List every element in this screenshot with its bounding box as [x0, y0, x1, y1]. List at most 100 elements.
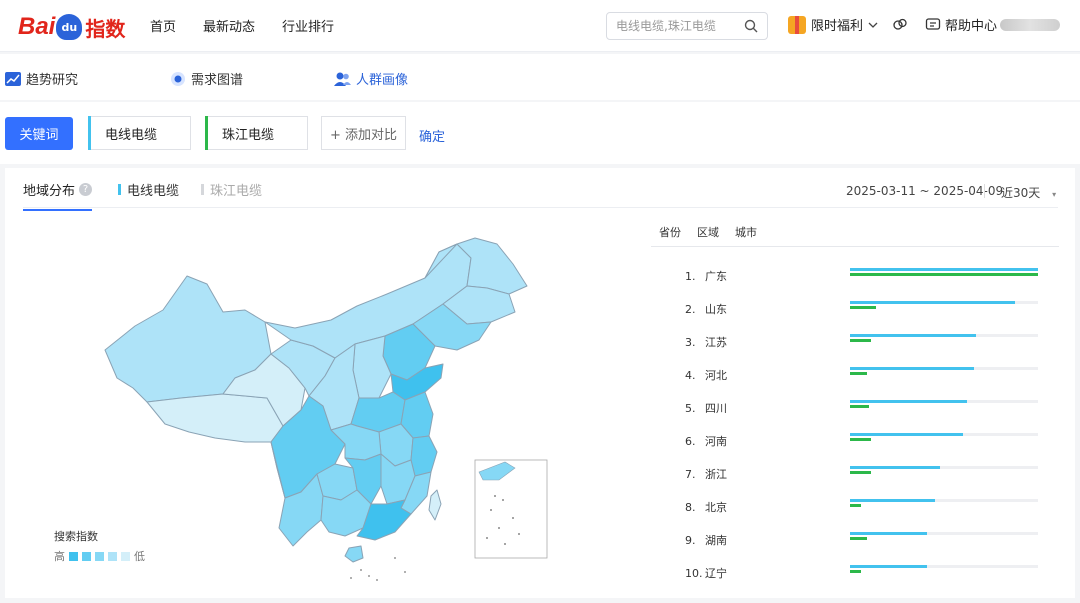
rank-bar-keyword-1: [850, 268, 1038, 271]
rank-number: 9.: [685, 534, 696, 547]
search-icon[interactable]: [744, 19, 758, 33]
rank-province-name: 广东: [705, 270, 727, 283]
add-compare-button[interactable]: + 添加对比: [321, 116, 406, 150]
rank-tab-city[interactable]: 城市: [735, 224, 757, 240]
tab-demand-graph[interactable]: 需求图谱: [170, 69, 243, 88]
coast-islands: [350, 557, 406, 581]
ranking-row-label: 5. 四川: [685, 400, 727, 416]
rank-bar-keyword-2: [850, 339, 871, 342]
rank-tabs: 省份 区域 城市: [659, 224, 757, 240]
ranking-row-label: 4. 河北: [685, 367, 727, 383]
map-region-tibet[interactable]: [146, 393, 284, 443]
main-nav: 首页 最新动态 行业排行: [150, 16, 334, 35]
rank-province-name: 浙江: [705, 468, 727, 481]
chevron-down-icon[interactable]: [868, 20, 878, 30]
rank-bar-keyword-2: [850, 273, 1038, 276]
legend-swatch-1: [118, 184, 122, 195]
trend-chart-icon: [5, 71, 21, 86]
date-range[interactable]: 2025-03-11 ~ 2025-04-09: [846, 184, 1003, 198]
keyword-button[interactable]: 关键词: [5, 117, 73, 150]
region-distribution-panel: 地域分布 ? 电线电缆 珠江电缆 2025-03-11 ~ 2025-04-09…: [5, 168, 1075, 598]
rank-bar-keyword-1: [850, 334, 976, 337]
ranking-row-label: 3. 江苏: [685, 334, 727, 350]
rank-bar-keyword-2: [850, 372, 867, 375]
rank-number: 7.: [685, 468, 696, 481]
rank-bar-keyword-2: [850, 471, 871, 474]
rank-number: 4.: [685, 369, 696, 382]
top-right-actions: 限时福利 帮助中心: [788, 15, 997, 34]
search-input[interactable]: [616, 13, 744, 39]
radar-icon: [171, 71, 185, 86]
ranking-row-label: 7. 浙江: [685, 466, 727, 482]
top-navigation-bar: Bai du 指数 首页 最新动态 行业排行 限时福利 帮助中心: [0, 0, 1080, 52]
ranking-row-label: 2. 山东: [685, 301, 727, 317]
rank-number: 3.: [685, 336, 696, 349]
keyword-compare-bar: 关键词 电线电缆 珠江电缆 + 添加对比 确定: [0, 102, 1080, 164]
rank-bar-keyword-2: [850, 306, 877, 309]
period-label: 近30天: [1001, 186, 1041, 200]
ranking-row-label: 9. 湖南: [685, 532, 727, 548]
tab-trend-research[interactable]: 趋势研究: [5, 69, 78, 88]
rank-province-name: 江苏: [705, 336, 727, 349]
help-center-link[interactable]: 帮助中心: [945, 15, 997, 34]
rank-province-name: 北京: [705, 501, 727, 514]
caret-down-icon: ▾: [1052, 190, 1057, 199]
map-region-taiwan[interactable]: [428, 489, 442, 521]
rank-number: 1.: [685, 270, 696, 283]
legend-label-1: 电线电缆: [127, 184, 180, 199]
legend-swatch-level-1: [69, 551, 78, 561]
rank-bar-keyword-2: [850, 438, 871, 441]
keyword-1-text: 电线电缆: [105, 127, 158, 143]
rank-number: 8.: [685, 501, 696, 514]
map-legend: 搜索指数 高 低: [54, 528, 145, 564]
nav-industry-ranking[interactable]: 行业排行: [282, 16, 334, 35]
rank-number: 6.: [685, 435, 696, 448]
period-select[interactable]: 近30天 ▾: [1001, 184, 1056, 201]
map-region-hainan[interactable]: [344, 545, 364, 563]
help-icon[interactable]: ?: [79, 183, 93, 196]
rank-province-name: 河北: [705, 369, 727, 382]
nav-home[interactable]: 首页: [150, 16, 176, 35]
keyword-2-text: 珠江电缆: [222, 127, 275, 143]
legend-low: 低: [134, 550, 145, 563]
tab-crowd-profile[interactable]: 人群画像: [334, 69, 408, 88]
baidu-index-logo[interactable]: Bai du 指数: [18, 10, 125, 44]
nav-latest[interactable]: 最新动态: [203, 16, 255, 35]
china-heat-map[interactable]: [95, 228, 555, 588]
legend-swatch-level-5: [121, 551, 130, 561]
rank-bar-keyword-2: [850, 405, 869, 408]
rank-tab-province[interactable]: 省份: [659, 224, 681, 240]
rank-bar-keyword-1: [850, 367, 975, 370]
legend-swatch-level-4: [108, 551, 117, 561]
keyword-input-2[interactable]: 珠江电缆: [205, 116, 308, 150]
user-account-blurred[interactable]: [1000, 19, 1060, 31]
rank-bar-track: [850, 400, 1038, 403]
rank-bar-track: [850, 268, 1038, 271]
tab-demand-label: 需求图谱: [191, 73, 244, 88]
rank-bar-keyword-2: [850, 537, 867, 540]
gift-icon[interactable]: [788, 15, 806, 34]
rank-number: 10.: [685, 567, 703, 580]
welfare-link[interactable]: 限时福利: [811, 15, 863, 34]
rank-bar-track: [850, 367, 1038, 370]
rank-tab-region[interactable]: 区域: [697, 224, 719, 240]
rank-bar-keyword-1: [850, 433, 963, 436]
rank-bar-track: [850, 301, 1038, 304]
divider: [984, 184, 985, 198]
rank-bar-track: [850, 565, 1038, 568]
rank-bar-track: [850, 334, 1038, 337]
users-icon: [334, 72, 351, 86]
rank-number: 2.: [685, 303, 696, 316]
ranking-row-label: 10. 辽宁: [685, 565, 727, 581]
rank-bar-keyword-1: [850, 532, 928, 535]
skin-icon[interactable]: [892, 17, 908, 33]
ranking-row-label: 6. 河南: [685, 433, 727, 449]
tab-crowd-label: 人群画像: [356, 73, 409, 88]
keyword-input-1[interactable]: 电线电缆: [88, 116, 191, 150]
rank-province-name: 四川: [705, 402, 727, 415]
confirm-button[interactable]: 确定: [419, 126, 445, 145]
search-box[interactable]: [606, 12, 768, 40]
message-icon[interactable]: [925, 17, 941, 33]
map-region-zhejiang[interactable]: [410, 435, 438, 477]
ranking-row-label: 8. 北京: [685, 499, 727, 515]
